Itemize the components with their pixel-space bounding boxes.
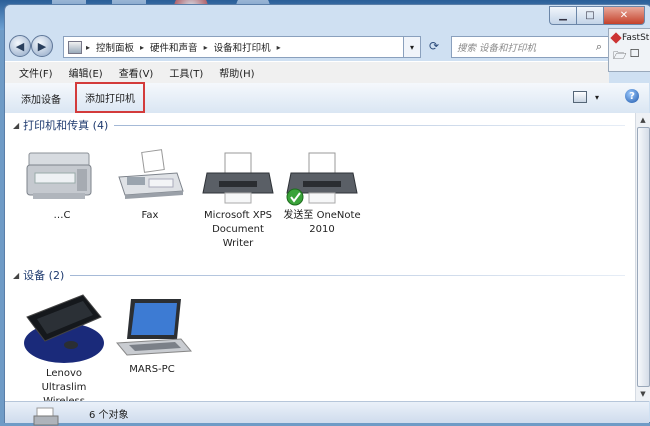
explorer-window: ▁ □ ✕ ◀ ▶ ▸ 控制面板 ▸ 硬件和声音 ▸ 设备和打印机 ▸ ▾ ⟳ … xyxy=(4,4,650,426)
keyboard-icon xyxy=(23,287,105,367)
collapse-triangle-icon[interactable]: ◢ xyxy=(13,271,19,280)
breadcrumb-hardware-sound[interactable]: 硬件和声音 xyxy=(150,40,198,54)
refresh-icon: ⟳ xyxy=(428,39,440,53)
menu-tools[interactable]: 工具(T) xyxy=(169,65,203,80)
chevron-right-icon[interactable]: ▸ xyxy=(277,43,281,52)
help-icon: ? xyxy=(629,90,635,102)
menu-bar: 文件(F) 编辑(E) 查看(V) 工具(T) 帮助(H) xyxy=(5,61,609,83)
vertical-scrollbar[interactable]: ▲ ▼ xyxy=(635,113,650,401)
device-label: Fax xyxy=(141,210,159,221)
device-item[interactable]: Fax xyxy=(109,147,191,223)
forward-button[interactable]: ▶ xyxy=(31,35,53,57)
device-label: Microsoft XPS Document Writer xyxy=(204,210,272,249)
refresh-button[interactable]: ⟳ xyxy=(424,36,444,56)
help-button[interactable]: ? xyxy=(625,89,639,103)
chevron-down-icon: ▾ xyxy=(409,42,414,52)
scroll-up-icon[interactable]: ▲ xyxy=(636,113,650,127)
caption-buttons: ▁ □ ✕ xyxy=(549,6,645,25)
maximize-button[interactable]: □ xyxy=(576,6,603,25)
chevron-down-icon: ▾ xyxy=(594,92,599,102)
add-printer-button[interactable]: 添加打印机 xyxy=(75,82,145,113)
chevron-right-icon[interactable]: ▸ xyxy=(86,43,90,52)
menu-help[interactable]: 帮助(H) xyxy=(219,65,254,80)
group-title-devices: 设备 (2) xyxy=(23,269,65,282)
chevron-right-icon[interactable]: ▸ xyxy=(140,43,144,52)
collapse-triangle-icon[interactable]: ◢ xyxy=(13,121,19,130)
faststone-title: FastSt xyxy=(609,29,650,47)
device-item[interactable]: Lenovo Ultraslim Wireless xyxy=(23,287,105,401)
back-arrow-icon: ◀ xyxy=(15,39,25,53)
device-label: MARS-PC xyxy=(129,364,175,375)
add-device-button[interactable]: 添加设备 xyxy=(21,91,61,106)
group-title-printers: 打印机和传真 (4) xyxy=(23,119,109,132)
device-label: …C xyxy=(53,210,71,221)
device-label: Lenovo Ultraslim Wireless xyxy=(41,368,87,401)
printer-icon xyxy=(281,147,363,209)
device-list: ◢ 打印机和传真 (4) …C Fax Microsoft XPS Docume… xyxy=(5,113,635,401)
scroll-thumb[interactable] xyxy=(637,127,650,387)
breadcrumb-control-panel[interactable]: 控制面板 xyxy=(96,40,134,54)
fax-icon xyxy=(109,147,191,209)
command-bar: 添加设备 添加打印机 ▾ ? xyxy=(5,82,649,114)
group-header-devices[interactable]: ◢ 设备 (2) xyxy=(13,267,625,283)
menu-view[interactable]: 查看(V) xyxy=(119,65,154,80)
menu-file[interactable]: 文件(F) xyxy=(19,65,53,80)
divider xyxy=(114,124,625,126)
minimize-button[interactable]: ▁ xyxy=(549,6,576,25)
group-header-printers[interactable]: ◢ 打印机和传真 (4) xyxy=(13,117,625,133)
scroll-down-icon[interactable]: ▼ xyxy=(636,387,650,401)
search-box[interactable]: 搜索 设备和打印机 ⌕ xyxy=(451,36,609,58)
status-text: 6 个对象 xyxy=(89,410,129,421)
multifunction-printer-icon xyxy=(21,147,103,209)
change-view-button[interactable]: ▾ xyxy=(573,90,599,104)
search-icon[interactable]: ⌕ xyxy=(590,40,608,54)
divider xyxy=(70,274,625,276)
faststone-title-text: FastSt xyxy=(622,33,650,43)
device-label: 发送至 OneNote 2010 xyxy=(283,210,361,235)
device-item[interactable]: …C xyxy=(21,147,103,223)
faststone-logo-icon xyxy=(610,32,622,44)
view-icon xyxy=(573,91,587,103)
control-panel-icon xyxy=(68,40,82,54)
breadcrumb-devices-printers[interactable]: 设备和打印机 xyxy=(214,40,271,54)
address-dropdown-button[interactable]: ▾ xyxy=(403,36,421,58)
laptop-icon xyxy=(111,293,193,363)
device-item[interactable]: MARS-PC xyxy=(111,293,193,377)
device-item[interactable]: 发送至 OneNote 2010 xyxy=(281,147,363,237)
device-item[interactable]: Microsoft XPS Document Writer xyxy=(197,147,279,251)
forward-arrow-icon: ▶ xyxy=(37,39,47,53)
printer-icon xyxy=(33,407,59,426)
address-bar[interactable]: ▸ 控制面板 ▸ 硬件和声音 ▸ 设备和打印机 ▸ xyxy=(63,36,421,58)
status-bar: 6 个对象 xyxy=(5,401,649,426)
search-input[interactable]: 搜索 设备和打印机 xyxy=(452,40,590,54)
chevron-right-icon[interactable]: ▸ xyxy=(204,43,208,52)
close-button[interactable]: ✕ xyxy=(603,6,645,25)
back-button[interactable]: ◀ xyxy=(9,35,31,57)
window-icon[interactable]: ☐ xyxy=(630,47,640,66)
printer-icon xyxy=(197,147,279,209)
address-row: ◀ ▶ ▸ 控制面板 ▸ 硬件和声音 ▸ 设备和打印机 ▸ ▾ ⟳ 搜索 设备和… xyxy=(5,31,609,61)
menu-edit[interactable]: 编辑(E) xyxy=(69,65,103,80)
faststone-capture-toolbar: FastSt 🗁 ☐ xyxy=(608,28,650,72)
open-folder-icon[interactable]: 🗁 xyxy=(613,47,627,66)
